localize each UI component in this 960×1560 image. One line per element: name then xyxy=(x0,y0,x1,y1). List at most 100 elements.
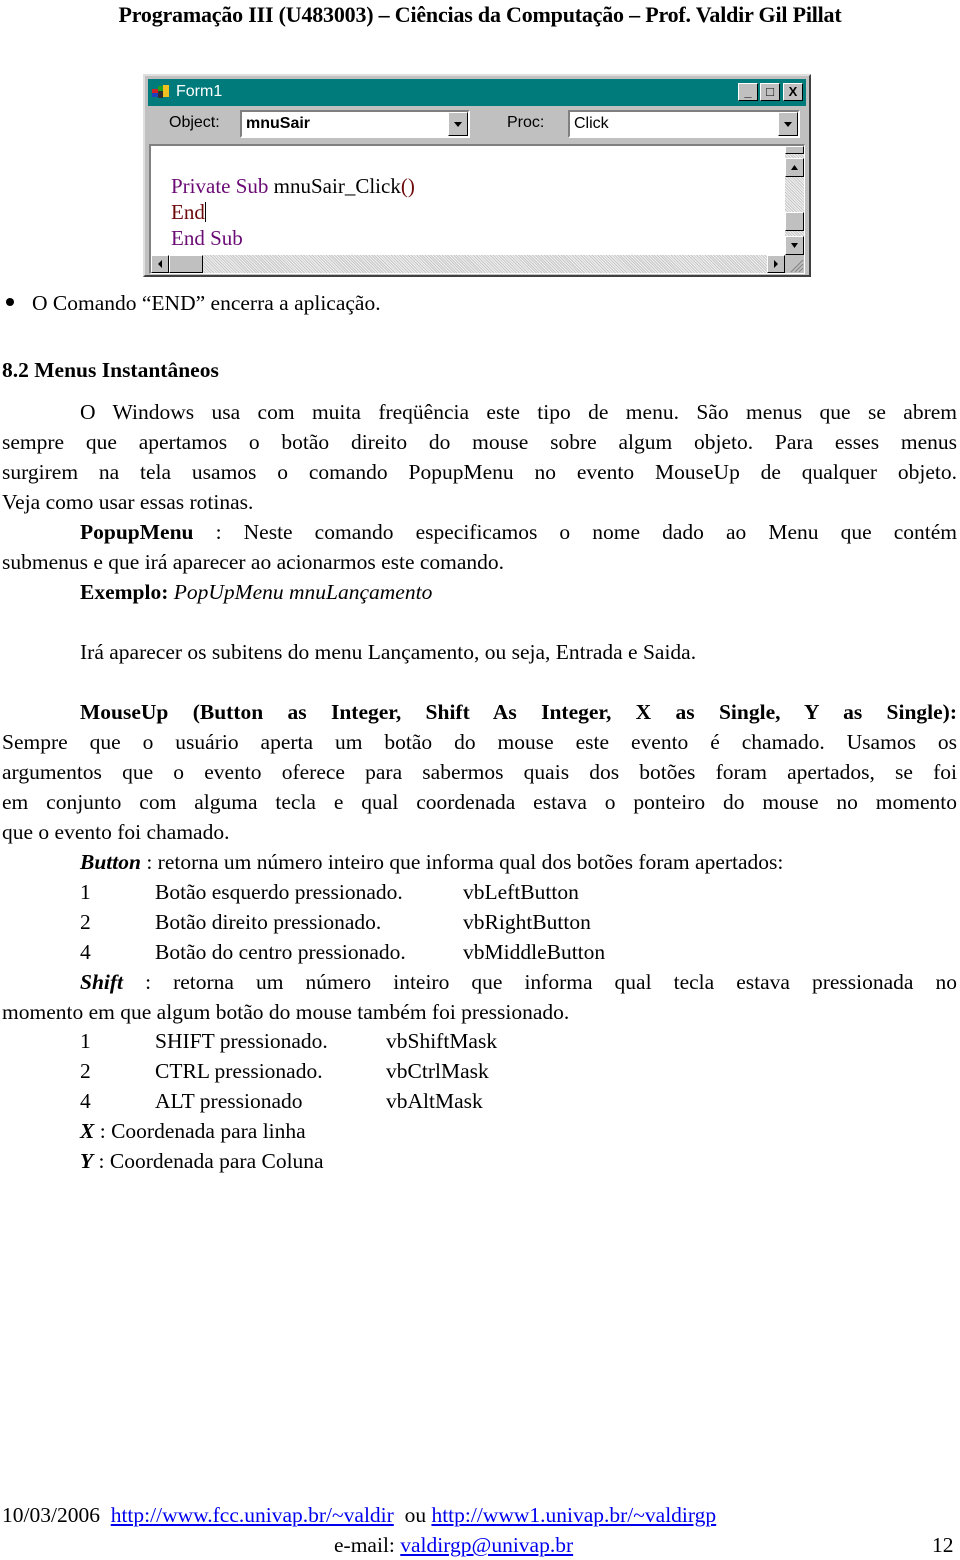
proc-combobox[interactable]: Click xyxy=(568,110,800,138)
code-line-2: End xyxy=(171,200,206,224)
arrow-down-icon xyxy=(791,243,798,248)
maximize-button[interactable]: □ xyxy=(760,83,780,101)
mouseup-signature: MouseUp (Button as Integer, Shift As Int… xyxy=(80,700,957,724)
intro-line-2: sempre que apertamos o botão direito do … xyxy=(2,430,957,454)
close-icon: X xyxy=(788,84,798,99)
scroll-down-button[interactable] xyxy=(785,236,804,255)
footer-line-1: 10/03/2006 http://www.fcc.univap.br/~val… xyxy=(2,1500,716,1530)
code-line-1: Private Sub mnuSair_Click() xyxy=(171,174,415,198)
shift-param-desc: : retorna um número inteiro que informa … xyxy=(123,970,957,994)
text-cursor xyxy=(204,202,206,222)
code-editor[interactable]: Private Sub mnuSair_Click() End End Sub xyxy=(149,144,805,274)
button-row-const: vbLeftButton xyxy=(463,880,579,904)
object-combobox[interactable]: mnuSair xyxy=(240,110,470,138)
proc-value: Click xyxy=(574,115,609,132)
footer-link-www1[interactable]: http://www1.univap.br/~valdirgp xyxy=(431,1503,716,1527)
bullet-icon xyxy=(6,298,14,306)
size-grip[interactable] xyxy=(785,255,804,273)
hscroll-thumb[interactable] xyxy=(169,255,203,273)
button-row-value: 4 xyxy=(80,940,91,964)
scroll-right-button[interactable] xyxy=(767,255,785,273)
button-row-const: vbMiddleButton xyxy=(463,940,606,964)
footer-email-link[interactable]: valdirgp@univap.br xyxy=(400,1533,573,1557)
example-label: Exemplo: xyxy=(80,580,169,604)
section-heading: 8.2 Menus Instantâneos xyxy=(2,358,219,382)
y-param-term: Y xyxy=(80,1149,94,1173)
footer-date: 10/03/2006 xyxy=(2,1503,100,1527)
button-row-value: 2 xyxy=(80,910,91,934)
footer-line-2: e-mail: valdirgp@univap.br xyxy=(334,1530,573,1560)
shift-row-value: 2 xyxy=(80,1059,91,1083)
object-value: mnuSair xyxy=(246,115,311,132)
window-titlebar: Form1 _ □ X xyxy=(148,79,806,106)
shift-param-line-2: momento em que algum botão do mouse tamb… xyxy=(2,1000,570,1024)
x-param-term: X xyxy=(80,1119,95,1143)
y-param-line: Y : Coordenada para Coluna xyxy=(80,1146,324,1176)
proc-label: Proc: xyxy=(507,114,545,131)
chevron-down-icon xyxy=(454,122,462,127)
vertical-scrollbar[interactable] xyxy=(785,146,804,255)
mouseup-line-1: Sempre que o usuário aperta um botão do … xyxy=(2,730,957,754)
code-end-statement: End xyxy=(171,200,205,224)
page-header-title: Programação III (U483003) – Ciências da … xyxy=(118,2,842,27)
close-button[interactable]: X xyxy=(783,83,803,101)
shift-row-desc: SHIFT pressionado. xyxy=(155,1029,328,1053)
popupmenu-term: PopupMenu xyxy=(80,520,194,544)
horizontal-scrollbar[interactable] xyxy=(151,255,785,273)
x-param-desc: : Coordenada para linha xyxy=(94,1119,306,1143)
shift-row-value: 1 xyxy=(80,1029,91,1053)
arrow-left-icon xyxy=(158,260,162,268)
code-parens: () xyxy=(400,174,415,198)
scroll-stub xyxy=(785,146,804,154)
footer-link-fcc[interactable]: http://www.fcc.univap.br/~valdir xyxy=(111,1503,394,1527)
shift-row-const: vbCtrlMask xyxy=(386,1059,489,1083)
y-param-desc: : Coordenada para Coluna xyxy=(93,1149,324,1173)
button-row-desc: Botão esquerdo pressionado. xyxy=(155,880,403,904)
scroll-thumb[interactable] xyxy=(785,212,804,231)
code-line-3: End Sub xyxy=(171,226,243,250)
shift-param-line-1: Shift : retorna um número inteiro que in… xyxy=(80,967,957,997)
object-dropdown-button[interactable] xyxy=(448,112,468,136)
minimize-button[interactable]: _ xyxy=(738,83,758,101)
intro-line-4: Veja como usar essas rotinas. xyxy=(2,490,254,514)
button-row-desc: Botão do centro pressionado. xyxy=(155,940,406,964)
mouseup-line-3: em conjunto com alguma tecla e qual coor… xyxy=(2,790,957,814)
chevron-down-icon xyxy=(784,122,792,127)
bullet-text: O Comando “END” encerra a aplicação. xyxy=(32,291,381,315)
button-row-value: 1 xyxy=(80,880,91,904)
proc-dropdown-button[interactable] xyxy=(778,112,798,136)
vb-form-icon xyxy=(152,85,169,98)
shift-row-const: vbShiftMask xyxy=(386,1029,498,1053)
popupmenu-line-2: submenus e que irá aparecer ao acionarmo… xyxy=(2,550,505,574)
object-label: Object: xyxy=(169,114,220,131)
popupmenu-line-1: PopupMenu : Neste comando especificamos … xyxy=(80,517,957,547)
arrow-right-icon xyxy=(774,260,778,268)
button-row-desc: Botão direito pressionado. xyxy=(155,910,382,934)
footer-email-label: e-mail: xyxy=(334,1533,395,1557)
button-param-line: Button : retorna um número inteiro que i… xyxy=(80,847,783,877)
minimize-icon: _ xyxy=(744,84,752,99)
popupmenu-desc: : Neste comando especificamos o nome dad… xyxy=(193,520,957,544)
code-keyword: Private Sub xyxy=(171,174,269,198)
resize-grip-icon xyxy=(790,259,804,273)
example-note: Irá aparecer os subitens do menu Lançame… xyxy=(80,640,697,664)
shift-row-desc: ALT pressionado xyxy=(155,1089,303,1113)
intro-line-1: O Windows usa com muita freqüência este … xyxy=(80,400,957,424)
button-row-const: vbRightButton xyxy=(463,910,591,934)
shift-row-desc: CTRL pressionado. xyxy=(155,1059,323,1083)
example-line: Exemplo: PopUpMenu mnuLançamento xyxy=(80,577,432,607)
page-number: 12 xyxy=(932,1533,954,1557)
scroll-left-button[interactable] xyxy=(151,255,169,273)
example-code: PopUpMenu mnuLançamento xyxy=(173,580,433,604)
button-param-term: Button xyxy=(80,850,141,874)
scroll-up-button[interactable] xyxy=(785,158,804,177)
shift-row-const: vbAltMask xyxy=(386,1089,483,1113)
shift-param-term: Shift xyxy=(80,970,124,994)
mouseup-line-2: argumentos que o evento oferece para sab… xyxy=(2,760,957,784)
button-param-desc: : retorna um número inteiro que informa … xyxy=(140,850,784,874)
code-identifier: mnuSair_Click xyxy=(268,174,401,198)
mouseup-line-4: que o evento foi chamado. xyxy=(2,820,230,844)
footer-or: ou xyxy=(404,1503,427,1527)
x-param-line: X : Coordenada para linha xyxy=(80,1116,306,1146)
intro-line-3: surgirem na tela usamos o comando PopupM… xyxy=(2,460,957,484)
